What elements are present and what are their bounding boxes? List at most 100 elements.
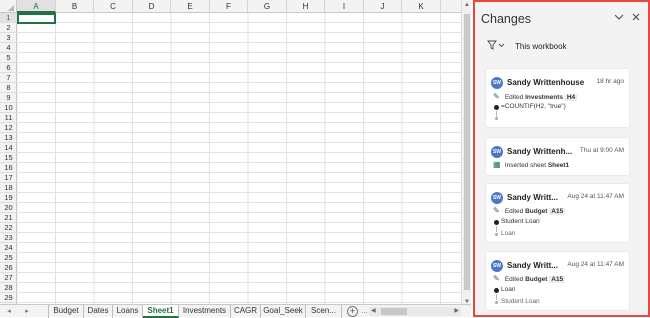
row-header-23[interactable]: 23 [0, 233, 17, 243]
row-header-8[interactable]: 8 [0, 83, 17, 93]
column-header-e[interactable]: E [171, 0, 210, 13]
avatar: SW [491, 192, 503, 204]
row-header-9[interactable]: 9 [0, 93, 17, 103]
filter-icon[interactable] [487, 40, 507, 52]
change-time: Thu at 9:00 AM [579, 147, 624, 154]
new-value-bullet [494, 105, 499, 110]
sheet-tab-budget[interactable]: Budget [48, 305, 84, 318]
vertical-scrollbar[interactable]: ▲ ▼ [461, 0, 471, 317]
column-header-g[interactable]: G [248, 0, 287, 13]
row-header-11[interactable]: 11 [0, 113, 17, 123]
pencil-icon: ✎ [493, 92, 500, 101]
row-header-22[interactable]: 22 [0, 223, 17, 233]
row-header-21[interactable]: 21 [0, 213, 17, 223]
sheet-tab-sheet1[interactable]: Sheet1 [143, 305, 179, 318]
row-header-24[interactable]: 24 [0, 243, 17, 253]
change-target[interactable]: Budget [525, 276, 547, 283]
row-header-7[interactable]: 7 [0, 73, 17, 83]
old-value-bullet [495, 233, 498, 236]
change-action: ✎ Edited Budget A15 [493, 274, 566, 283]
row-header-16[interactable]: 16 [0, 163, 17, 173]
old-value: Student Loan [501, 298, 540, 305]
pane-title: Changes [481, 12, 532, 26]
scroll-up-icon[interactable]: ▲ [463, 2, 471, 8]
row-header-26[interactable]: 26 [0, 263, 17, 273]
row-header-27[interactable]: 27 [0, 273, 17, 283]
new-value-bullet [494, 288, 499, 293]
tab-next-icon[interactable]: ▸ [22, 305, 32, 318]
change-verb: Inserted sheet [504, 162, 547, 169]
change-time: 18 hr ago [596, 78, 624, 85]
change-target[interactable]: Investments [525, 94, 563, 101]
tab-prev-icon[interactable]: ◂ [4, 305, 14, 318]
row-header-12[interactable]: 12 [0, 123, 17, 133]
column-header-f[interactable]: F [210, 0, 248, 13]
new-value: Loan [501, 286, 516, 293]
cell-grid[interactable] [17, 13, 461, 304]
column-header-j[interactable]: J [364, 0, 402, 13]
pencil-icon: ✎ [493, 274, 500, 283]
column-header-i[interactable]: I [325, 0, 364, 13]
change-cell[interactable]: A15 [549, 208, 566, 215]
row-header-6[interactable]: 6 [0, 63, 17, 73]
change-cell[interactable]: H4 [564, 94, 578, 101]
select-all-corner[interactable] [0, 0, 17, 13]
row-header-2[interactable]: 2 [0, 23, 17, 33]
vertical-scroll-thumb[interactable] [464, 14, 470, 290]
change-card[interactable]: SW Sandy Writtenhouse 18 hr ago ✎ Edited… [486, 69, 629, 127]
scroll-left-icon[interactable]: ◀ [371, 307, 376, 316]
sheet-tab-loans[interactable]: Loans [113, 305, 143, 318]
row-header-10[interactable]: 10 [0, 103, 17, 113]
change-verb: Edited [504, 94, 524, 101]
close-icon[interactable] [631, 12, 641, 25]
column-header-k[interactable]: K [402, 0, 441, 13]
sheet-tab-goal-seek[interactable]: Goal_Seek [261, 305, 306, 318]
column-header-a[interactable]: A [17, 0, 56, 13]
row-header-4[interactable]: 4 [0, 43, 17, 53]
change-cell[interactable]: A15 [549, 276, 566, 283]
change-user: Sandy Writt... [507, 261, 558, 270]
column-header-d[interactable]: D [133, 0, 171, 13]
change-target[interactable]: Budget [525, 208, 547, 215]
active-cell-a1[interactable] [17, 13, 56, 24]
change-connector [496, 226, 497, 232]
column-header-b[interactable]: B [56, 0, 94, 13]
horizontal-scrollbar[interactable]: ◀ ▶ [369, 307, 461, 316]
row-header-17[interactable]: 17 [0, 173, 17, 183]
change-action: ✎ Edited Budget A15 [493, 206, 566, 215]
change-card[interactable]: SW Sandy Writtenh... Thu at 9:00 AM ▦ In… [486, 138, 629, 175]
spreadsheet-area: A B C D E F G H I J K 1 2 3 4 5 6 7 8 9 10 11 12 13 1… [0, 0, 461, 317]
new-value: Student Loan [501, 218, 540, 225]
insert-sheet-icon: ▦ [493, 160, 501, 169]
column-header-h[interactable]: H [287, 0, 325, 13]
row-header-28[interactable]: 28 [0, 283, 17, 293]
row-header-15[interactable]: 15 [0, 153, 17, 163]
new-value-bullet [494, 220, 499, 225]
row-header-5[interactable]: 5 [0, 53, 17, 63]
change-card[interactable]: SW Sandy Writt... Aug 24 at 11:47 AM ✎ E… [486, 252, 629, 310]
row-header-18[interactable]: 18 [0, 183, 17, 193]
row-header-20[interactable]: 20 [0, 203, 17, 213]
row-header-29[interactable]: 29 [0, 293, 17, 303]
sheet-tab-scenarios[interactable]: Scen... [306, 305, 342, 318]
change-target[interactable]: Sheet1 [548, 162, 569, 169]
row-header-19[interactable]: 19 [0, 193, 17, 203]
change-card[interactable]: SW Sandy Writt... Aug 24 at 11:47 AM ✎ E… [486, 184, 629, 242]
sheet-tab-cagr[interactable]: CAGR [231, 305, 261, 318]
add-sheet-icon[interactable]: + [347, 306, 358, 317]
change-action: ✎ Edited Investments H4 [493, 92, 578, 101]
row-header-13[interactable]: 13 [0, 133, 17, 143]
pencil-icon: ✎ [493, 206, 500, 215]
scroll-right-icon[interactable]: ▶ [454, 307, 459, 316]
change-action: ▦ Inserted sheet Sheet1 [493, 160, 569, 169]
chevron-down-icon[interactable] [614, 12, 624, 25]
column-header-c[interactable]: C [94, 0, 133, 13]
row-header-14[interactable]: 14 [0, 143, 17, 153]
row-header-25[interactable]: 25 [0, 253, 17, 263]
sheet-tab-dates[interactable]: Dates [84, 305, 113, 318]
horizontal-scroll-thumb[interactable] [381, 308, 407, 315]
row-header-3[interactable]: 3 [0, 33, 17, 43]
row-header-1[interactable]: 1 [0, 13, 17, 23]
sheet-tab-investments[interactable]: Investments [179, 305, 231, 318]
more-tabs-icon[interactable]: ... [361, 305, 368, 317]
